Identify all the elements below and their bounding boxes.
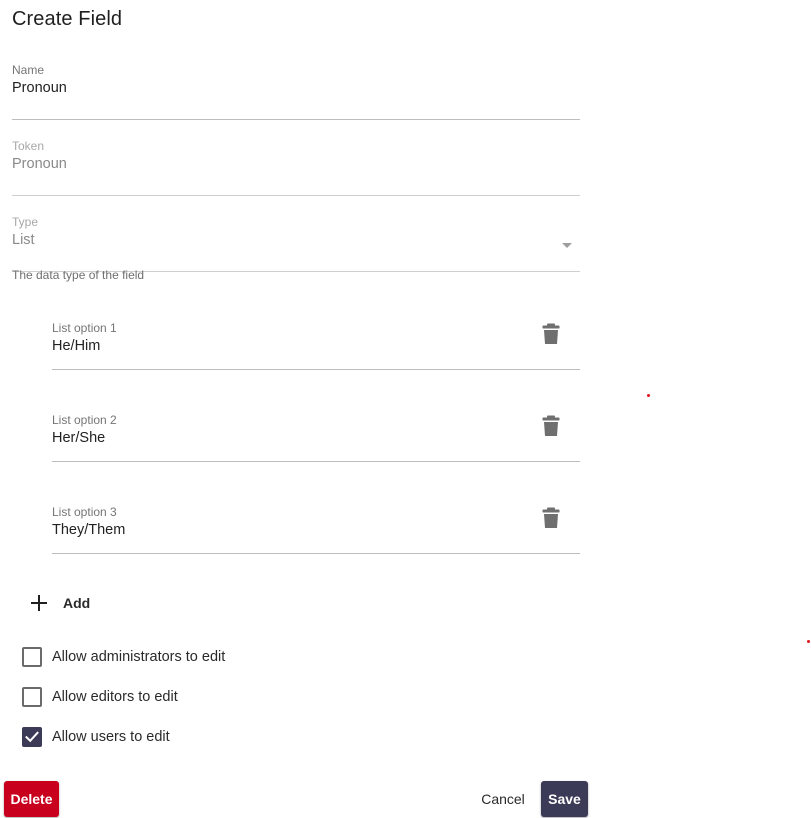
trash-icon[interactable]	[542, 507, 560, 529]
save-button[interactable]: Save	[541, 781, 588, 817]
add-option-label: Add	[63, 595, 91, 611]
name-field-label: Name	[12, 63, 45, 77]
allow-editors-checkbox[interactable]: Allow editors to edit	[22, 687, 178, 707]
list-option-label: List option 2	[52, 413, 117, 427]
list-option-3[interactable]: List option 3 They/Them	[52, 505, 580, 554]
name-field[interactable]: Name Pronoun	[12, 63, 580, 120]
checkmark-icon	[25, 731, 39, 743]
list-option-value[interactable]: They/Them	[52, 522, 125, 538]
allow-users-checkbox[interactable]: Allow users to edit	[22, 727, 170, 747]
list-option-value[interactable]: Her/She	[52, 430, 105, 446]
type-select-label: Type	[12, 215, 39, 229]
trash-icon[interactable]	[542, 415, 560, 437]
dialog-title: Create Field	[12, 8, 123, 30]
name-field-value[interactable]: Pronoun	[12, 80, 67, 96]
type-select[interactable]: Type List	[12, 215, 580, 272]
checkbox-label: Allow users to edit	[52, 729, 170, 745]
trash-icon[interactable]	[542, 323, 560, 345]
cancel-button[interactable]: Cancel	[474, 781, 532, 817]
list-option-label: List option 3	[52, 505, 117, 519]
checkbox-label: Allow editors to edit	[52, 689, 178, 705]
type-helper-text: The data type of the field	[12, 268, 145, 282]
red-dot	[807, 640, 810, 643]
caret-down-icon[interactable]	[562, 243, 572, 248]
list-option-1[interactable]: List option 1 He/Him	[52, 321, 580, 370]
delete-button[interactable]: Delete	[4, 781, 59, 817]
token-field: Token Pronoun	[12, 139, 580, 196]
checkbox-unchecked[interactable]	[22, 687, 42, 707]
allow-administrators-checkbox[interactable]: Allow administrators to edit	[22, 647, 225, 667]
plus-icon	[26, 590, 52, 616]
token-field-value: Pronoun	[12, 156, 67, 172]
checkbox-unchecked[interactable]	[22, 647, 42, 667]
add-option-button[interactable]: Add	[26, 588, 90, 618]
token-field-label: Token	[12, 139, 45, 153]
checkbox-checked[interactable]	[22, 727, 42, 747]
checkbox-label: Allow administrators to edit	[52, 649, 226, 665]
create-field-dialog: Create Field Name Pronoun Token Pronoun …	[0, 0, 811, 818]
list-option-label: List option 1	[52, 321, 117, 335]
list-option-2[interactable]: List option 2 Her/She	[52, 413, 580, 462]
type-select-value: List	[12, 232, 35, 248]
list-option-value[interactable]: He/Him	[52, 338, 100, 354]
red-dot	[647, 394, 650, 397]
